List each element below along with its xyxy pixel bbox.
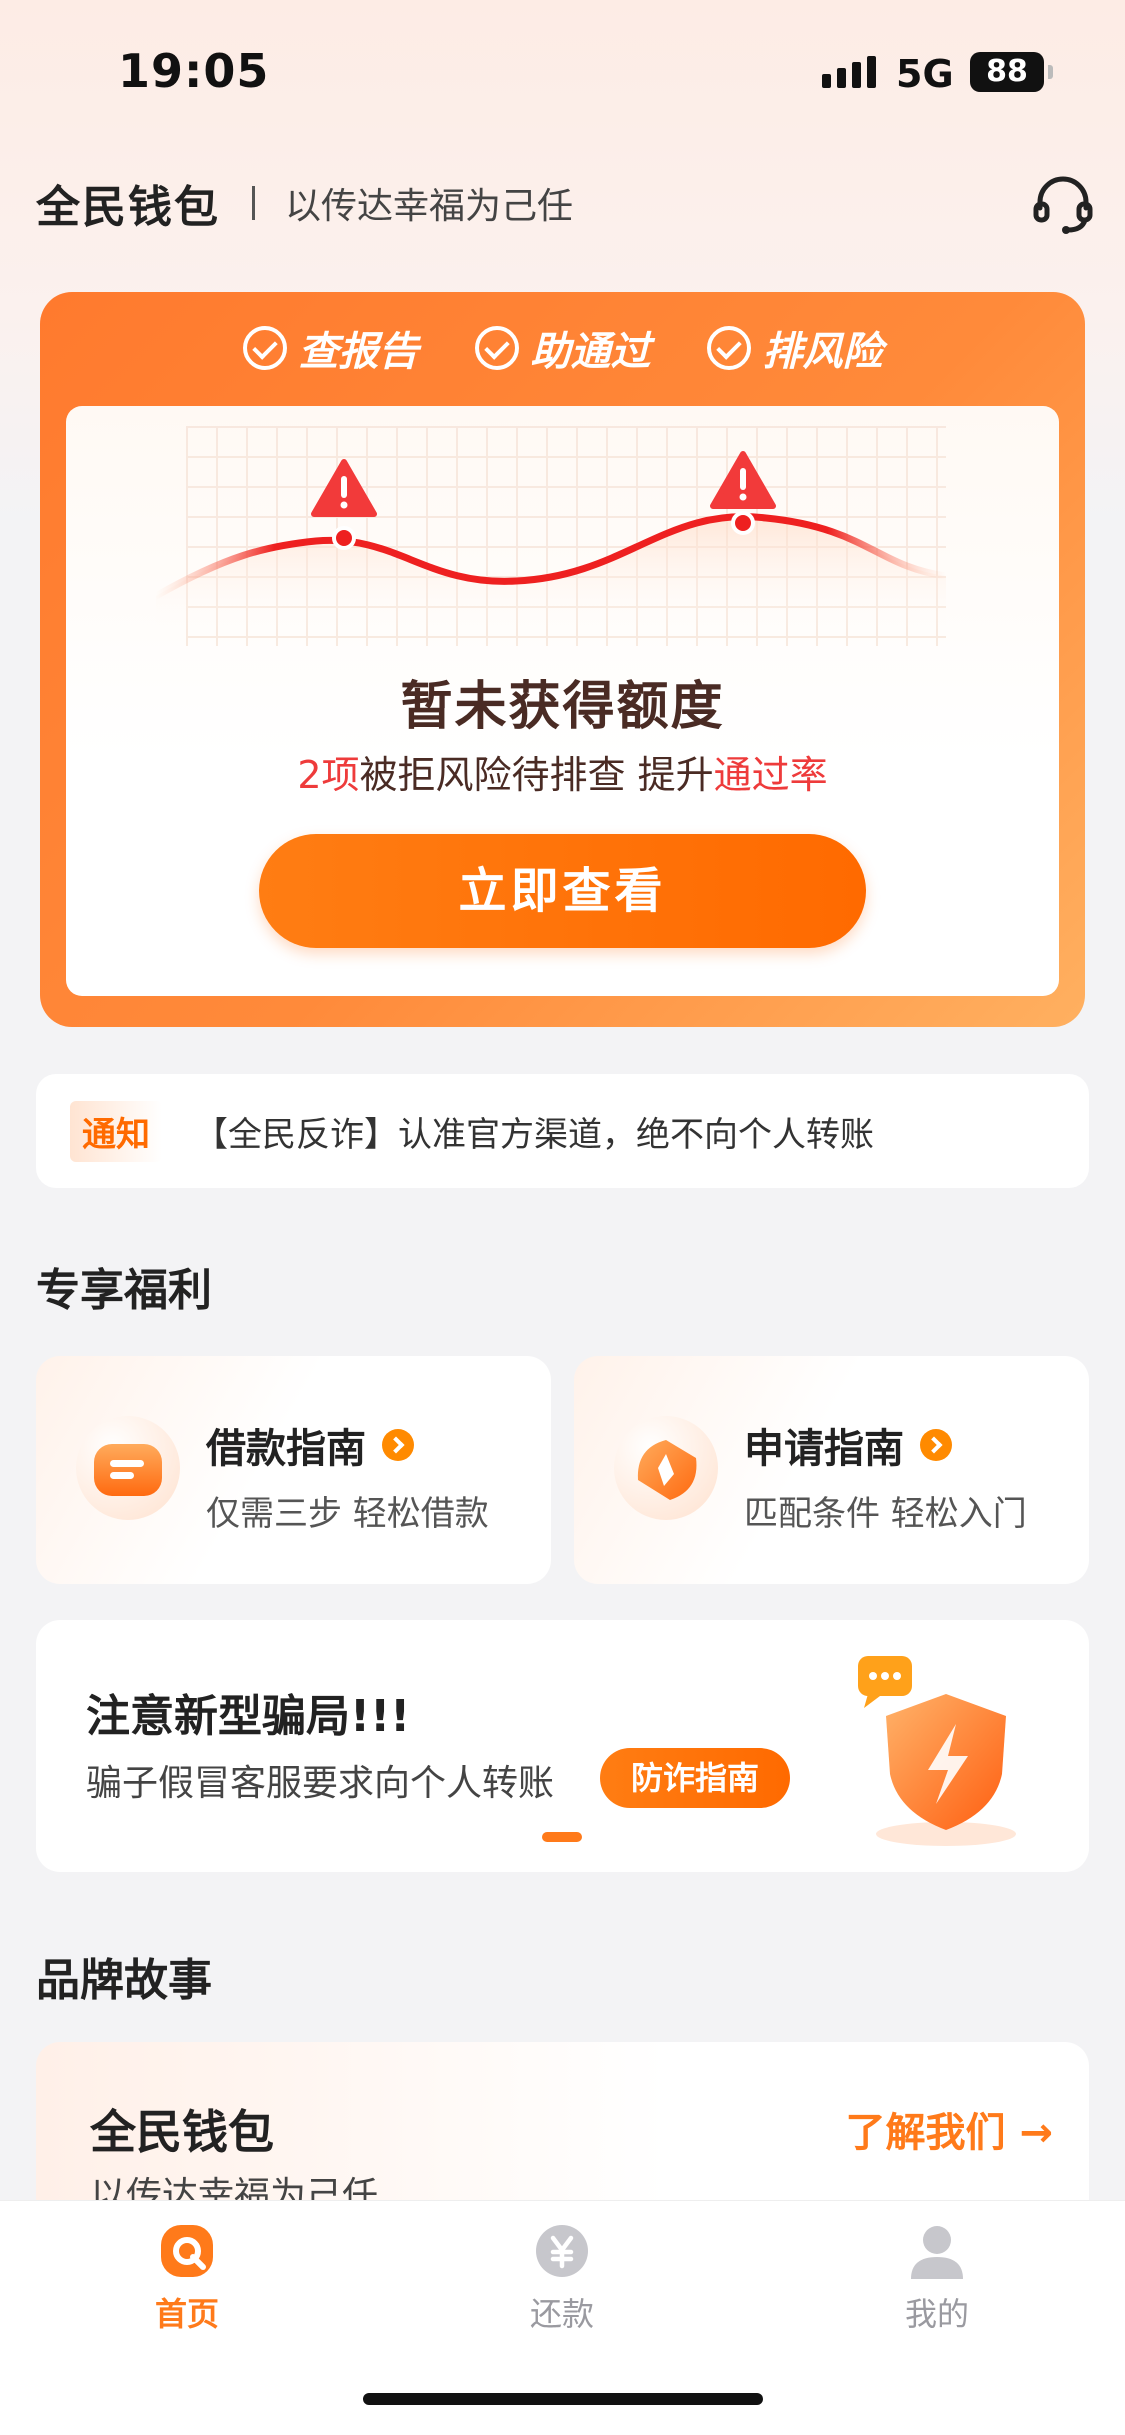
battery-icon: 88: [970, 52, 1053, 92]
profile-icon: [911, 2226, 963, 2279]
loan-guide-desc: 仅需三步 轻松借款: [206, 1494, 489, 1534]
feature-label: 助通过: [530, 329, 651, 375]
status-time: 19:05: [118, 44, 270, 98]
notice-bar[interactable]: 通知 【全民反诈】认准官方渠道，绝不向个人转账: [36, 1074, 1089, 1188]
brand-slogan: 以传达幸福为己任: [285, 186, 574, 227]
feature-check-report: 查报告: [242, 319, 419, 377]
shield-icon: [858, 1656, 1016, 1846]
view-now-button[interactable]: 立即查看: [259, 834, 866, 948]
risk-text: 被拒风险待排查 提升: [359, 753, 714, 797]
status-bar: 19:05 5G 88: [0, 0, 1125, 150]
credit-status-subtitle: 2项被拒风险待排查 提升通过率: [66, 744, 1059, 799]
home-indicator: [363, 2393, 763, 2405]
hero-feature-tabs: 查报告 助通过 排风险: [40, 292, 1085, 404]
tab-home[interactable]: 首页: [87, 2221, 287, 2335]
app-header: 全民钱包 以传达幸福为己任: [36, 168, 1096, 238]
apply-guide-title: 申请指南: [744, 1416, 952, 1474]
tab-home-label: 首页: [154, 2295, 219, 2333]
pass-rate-highlight: 通过率: [713, 753, 828, 797]
risk-count: 2项: [297, 753, 360, 797]
repay-icon: [536, 2225, 588, 2277]
brand-story-title: 全民钱包: [90, 2105, 274, 2159]
brand-name: 全民钱包: [36, 182, 220, 233]
headset-icon[interactable]: [1030, 172, 1096, 238]
wallet-icon: [76, 1416, 180, 1520]
header-divider: [252, 186, 255, 220]
credit-status-title: 暂未获得额度: [400, 677, 725, 737]
tab-profile[interactable]: 我的: [837, 2221, 1037, 2335]
home-icon: [161, 2225, 213, 2277]
tab-profile-label: 我的: [904, 2295, 969, 2333]
feature-help-pass: 助通过: [474, 319, 651, 377]
network-type: 5G: [896, 52, 954, 96]
loan-guide-card[interactable]: 借款指南 仅需三步 轻松借款: [36, 1356, 551, 1584]
tab-repay[interactable]: 还款: [462, 2221, 662, 2335]
benefit-name: 申请指南: [744, 1426, 904, 1472]
check-circle-icon: [474, 326, 519, 370]
apply-guide-desc: 匹配条件 轻松入门: [744, 1494, 1027, 1534]
anti-fraud-guide-button[interactable]: 防诈指南: [600, 1748, 790, 1808]
signal-icon: [822, 56, 876, 88]
check-circle-icon: [706, 326, 751, 370]
apply-guide-card[interactable]: 申请指南 匹配条件 轻松入门: [574, 1356, 1089, 1584]
fraud-alert-title: 注意新型骗局!!!: [86, 1691, 411, 1742]
feature-label: 查报告: [298, 329, 419, 375]
fraud-alert-desc: 骗子假冒客服要求向个人转账: [86, 1763, 555, 1804]
risk-wave-graphic: [152, 451, 950, 636]
feature-clear-risk: 排风险: [706, 319, 883, 377]
about-us-link[interactable]: 了解我们 →: [846, 2100, 1053, 2158]
notice-text: 【全民反诈】认准官方渠道，绝不向个人转账: [194, 1114, 874, 1155]
carousel-indicator-active: [542, 1832, 582, 1842]
compass-icon: [614, 1416, 718, 1520]
brand-story-section-title: 品牌故事: [36, 1955, 212, 2006]
credit-hero-card: 查报告 助通过 排风险 暂未获得额度 2项被拒风险待排查 提升通过率 立即查看: [40, 292, 1085, 1027]
anti-fraud-banner[interactable]: 注意新型骗局!!! 骗子假冒客服要求向个人转账 防诈指南: [36, 1620, 1089, 1872]
benefits-section-title: 专享福利: [36, 1265, 212, 1316]
arrow-right-icon: [920, 1429, 952, 1461]
loan-guide-title: 借款指南: [206, 1416, 414, 1474]
tab-repay-label: 还款: [529, 2295, 594, 2333]
notice-tag: 通知: [70, 1100, 162, 1162]
feature-label: 排风险: [762, 329, 883, 375]
benefit-name: 借款指南: [206, 1426, 366, 1472]
arrow-right-icon: [382, 1429, 414, 1461]
hero-inner-card: 暂未获得额度 2项被拒风险待排查 提升通过率 立即查看: [66, 406, 1059, 996]
check-circle-icon: [242, 326, 287, 370]
